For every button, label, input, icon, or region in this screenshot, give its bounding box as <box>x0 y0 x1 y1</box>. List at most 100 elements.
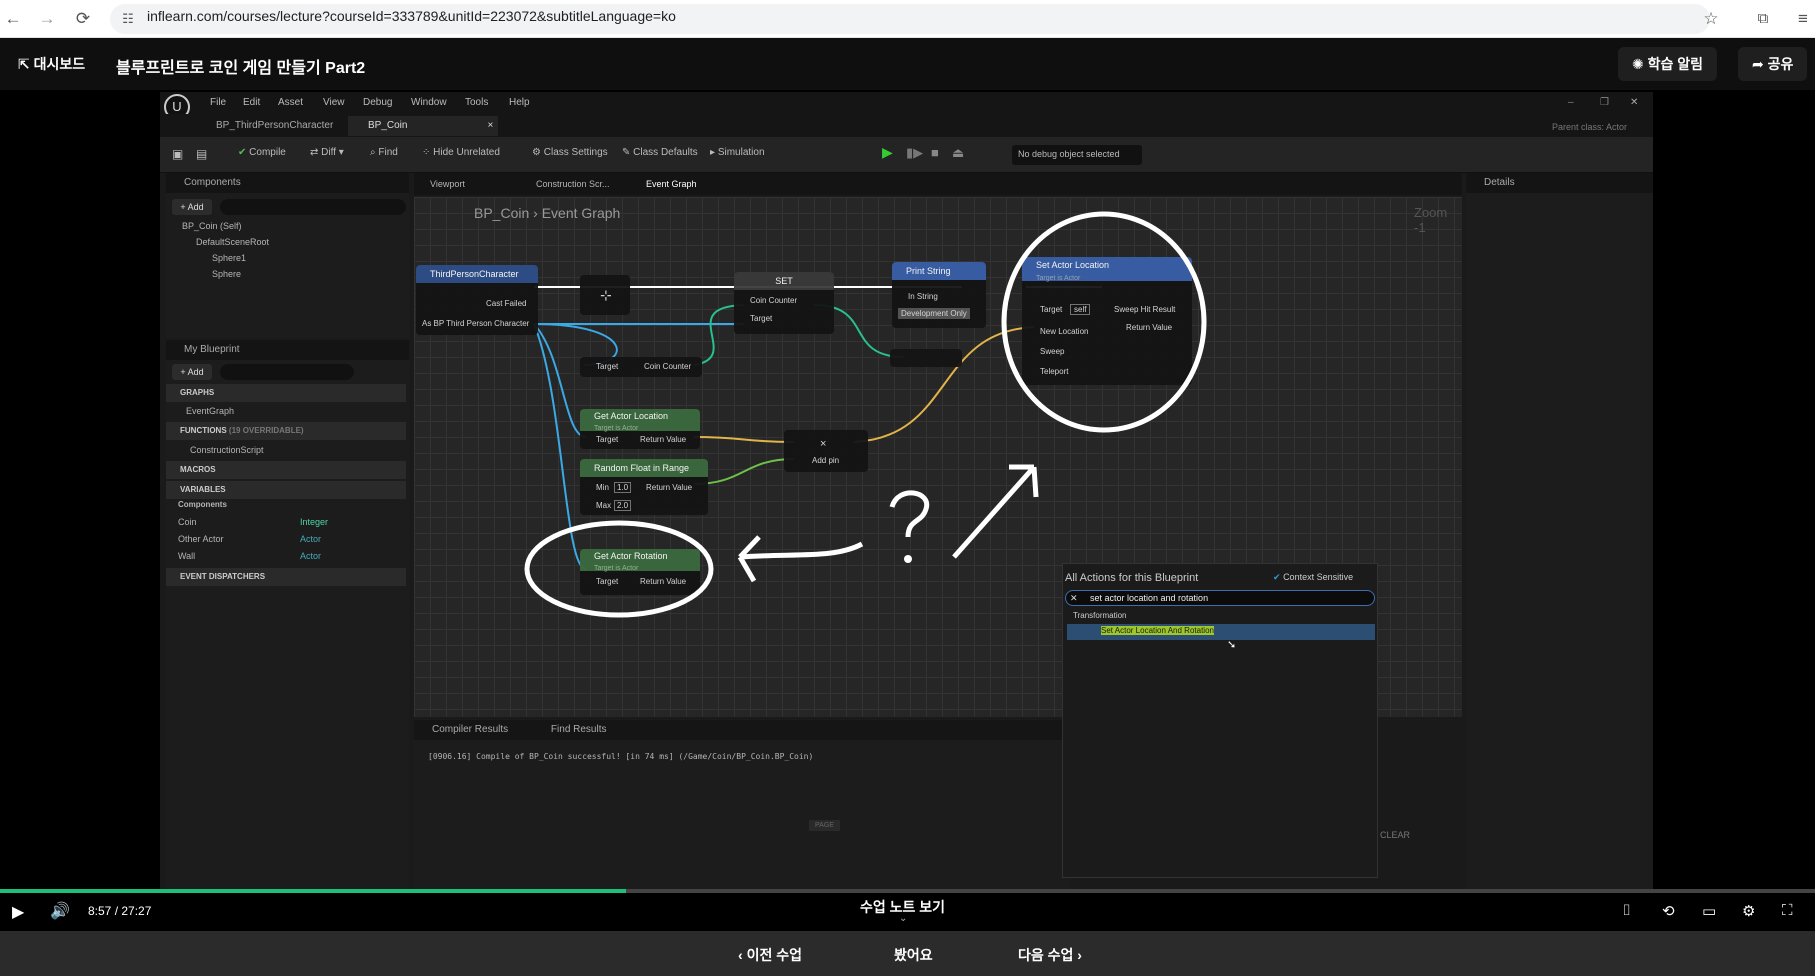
forward-icon[interactable]: → <box>36 8 58 30</box>
tab-construction-script[interactable]: Construction Scr... <box>536 179 610 189</box>
menu-file[interactable]: File <box>210 97 226 108</box>
components-panel: Components + Add BP_Coin (Self) DefaultS… <box>166 173 409 338</box>
random-float-in-range-node[interactable]: Random Float in Range Min 1.0 Return Val… <box>580 459 708 515</box>
prev-lecture-button[interactable]: ‹ 이전 수업 <box>738 945 802 965</box>
menu-edit[interactable]: Edit <box>243 97 260 108</box>
reload-icon[interactable]: ⟳ <box>72 8 94 30</box>
var-wall[interactable]: Wall <box>178 551 195 561</box>
eject-icon[interactable]: ⏏ <box>952 145 964 161</box>
back-icon[interactable]: ← <box>2 8 24 30</box>
ue-menu-bar: U File Edit Asset View Debug Window Tool… <box>160 92 1653 120</box>
extensions-icon[interactable]: ⧉ <box>1752 8 1774 30</box>
section-event-dispatchers[interactable]: EVENT DISPATCHERS <box>166 568 406 586</box>
playback-speed-icon[interactable]: ⟲ <box>1662 902 1675 920</box>
menu-help[interactable]: Help <box>509 97 530 108</box>
play-button[interactable]: ▶ <box>12 902 24 922</box>
subtitles-icon[interactable]: ▭ <box>1702 902 1716 920</box>
construction-script-item[interactable]: ConstructionScript <box>190 445 264 455</box>
compile-message: [0906.16] Compile of BP_Coin successful!… <box>428 752 814 761</box>
sequence-node[interactable]: ⊹ <box>580 275 630 315</box>
step-icon[interactable]: ▮▶ <box>906 145 923 161</box>
browse-icon[interactable]: ▤ <box>196 147 207 161</box>
tab-viewport[interactable]: Viewport <box>430 179 465 189</box>
component-sphere[interactable]: Sphere <box>212 269 241 279</box>
append-node[interactable] <box>890 349 962 367</box>
diff-button[interactable]: ⇄ Diff ▾ <box>310 147 344 158</box>
minimize-icon[interactable]: – <box>1568 97 1574 108</box>
next-lecture-button[interactable]: 다음 수업 › <box>1018 945 1082 965</box>
component-self[interactable]: BP_Coin (Self) <box>182 221 242 231</box>
section-macros[interactable]: MACROS <box>166 461 406 479</box>
volume-icon[interactable]: 🔊 <box>50 901 70 921</box>
multiply-node[interactable]: × Add pin <box>784 430 868 472</box>
var-other-actor[interactable]: Other Actor <box>178 534 224 544</box>
find-button[interactable]: ⌕ Find <box>370 147 398 158</box>
study-alarm-button[interactable]: ✺ 학습 알림 <box>1618 47 1718 81</box>
get-coin-counter-node[interactable]: Target Coin Counter <box>580 357 702 377</box>
mouse-cursor-icon: ➘ <box>1227 639 1237 651</box>
clear-search-icon[interactable]: ✕ <box>1070 593 1078 604</box>
stop-icon[interactable]: ■ <box>931 145 939 160</box>
tab-compiler-results[interactable]: Compiler Results <box>432 724 508 735</box>
class-settings-button[interactable]: ⚙ Class Settings <box>532 147 608 158</box>
ue-toolbar: ▣ ▤ ✔ Compile ⇄ Diff ▾ ⌕ Find ⁘ Hide Unr… <box>160 137 1653 173</box>
class-defaults-button[interactable]: ✎ Class Defaults <box>622 147 698 158</box>
tab-event-graph[interactable]: Event Graph <box>646 179 697 189</box>
settings-icon[interactable]: ⚙ <box>1742 902 1755 920</box>
action-result-item[interactable]: Set Actor Location And Rotation <box>1067 624 1375 640</box>
tab-find-results[interactable]: Find Results <box>551 724 607 735</box>
action-search-input[interactable]: ✕ set actor location and rotation <box>1065 590 1375 606</box>
bookmark-star-icon[interactable]: ☆ <box>1700 8 1722 30</box>
event-graph-item[interactable]: EventGraph <box>186 406 234 416</box>
menu-icon[interactable]: ≡ <box>1792 8 1814 30</box>
close-tab-icon[interactable]: × <box>487 120 493 131</box>
checkbox-icon: ✔ <box>1273 572 1281 582</box>
simulation-button[interactable]: ▸ Simulation <box>710 147 765 158</box>
get-actor-location-node[interactable]: Get Actor Location Target is Actor Targe… <box>580 409 700 449</box>
tab-bp-thirdpersoncharacter[interactable]: BP_ThirdPersonCharacter <box>196 116 346 136</box>
var-coin[interactable]: Coin <box>178 517 197 527</box>
lecture-header: ⇱ 대시보드 블루프린트로 코인 게임 만들기 Part2 ✺ 학습 알림 ➦ … <box>0 38 1815 90</box>
component-default-scene-root[interactable]: DefaultSceneRoot <box>196 237 269 247</box>
share-button[interactable]: ➦ 공유 <box>1738 47 1808 81</box>
compile-button[interactable]: ✔ Compile <box>238 147 286 158</box>
menu-tools[interactable]: Tools <box>465 97 488 108</box>
section-variables[interactable]: VARIABLES <box>166 481 406 499</box>
url-text[interactable]: inflearn.com/courses/lecture?courseId=33… <box>147 8 676 24</box>
close-icon[interactable]: ✕ <box>1630 97 1638 108</box>
page-button[interactable]: PAGE <box>809 820 840 831</box>
components-category[interactable]: Components <box>178 500 227 509</box>
clear-button[interactable]: CLEAR <box>1380 830 1410 840</box>
set-node[interactable]: SET Coin Counter Target <box>734 272 834 334</box>
course-title: 블루프린트로 코인 게임 만들기 Part2 <box>116 60 366 77</box>
add-component-button[interactable]: + Add <box>172 199 212 215</box>
site-info-icon[interactable]: ☷ <box>117 8 139 30</box>
restore-icon[interactable]: ❐ <box>1600 97 1609 108</box>
section-graphs[interactable]: GRAPHS <box>166 384 406 402</box>
menu-debug[interactable]: Debug <box>363 97 392 108</box>
print-string-node[interactable]: Print String In String Development Only <box>892 262 986 328</box>
get-actor-rotation-node[interactable]: Get Actor Rotation Target is Actor Targe… <box>580 549 700 595</box>
menu-window[interactable]: Window <box>411 97 447 108</box>
menu-view[interactable]: View <box>323 97 345 108</box>
menu-asset[interactable]: Asset <box>278 97 303 108</box>
add-member-button[interactable]: + Add <box>172 364 212 380</box>
external-link-icon: ⇱ <box>18 56 34 72</box>
hide-unrelated-button[interactable]: ⁘ Hide Unrelated <box>422 147 500 158</box>
sequence-icon: ⊹ <box>600 287 612 303</box>
dashboard-button[interactable]: ⇱ 대시보드 <box>4 47 99 81</box>
play-icon[interactable]: ▶ <box>882 144 893 161</box>
category-transformation[interactable]: Transformation <box>1073 611 1127 620</box>
mark-watched-button[interactable]: 봤어요 <box>894 945 933 965</box>
component-sphere1[interactable]: Sphere1 <box>212 253 246 263</box>
blueprint-search[interactable] <box>220 364 354 380</box>
section-functions[interactable]: FUNCTIONS (19 OVERRIDABLE) <box>166 422 406 440</box>
fullscreen-icon[interactable]: ⛶ <box>1782 902 1793 919</box>
save-icon[interactable]: ▣ <box>172 147 183 161</box>
cast-node[interactable]: ThirdPersonCharacter Cast Failed As BP T… <box>416 265 538 335</box>
set-actor-location-node[interactable]: Set Actor Location Target is Actor Targe… <box>1022 257 1192 385</box>
tab-bp-coin[interactable]: BP_Coin × <box>348 116 498 136</box>
camera-icon[interactable]: ⌷ <box>1622 902 1631 919</box>
context-sensitive-toggle[interactable]: ✔ Context Sensitive <box>1273 572 1353 583</box>
components-search[interactable] <box>220 199 406 215</box>
